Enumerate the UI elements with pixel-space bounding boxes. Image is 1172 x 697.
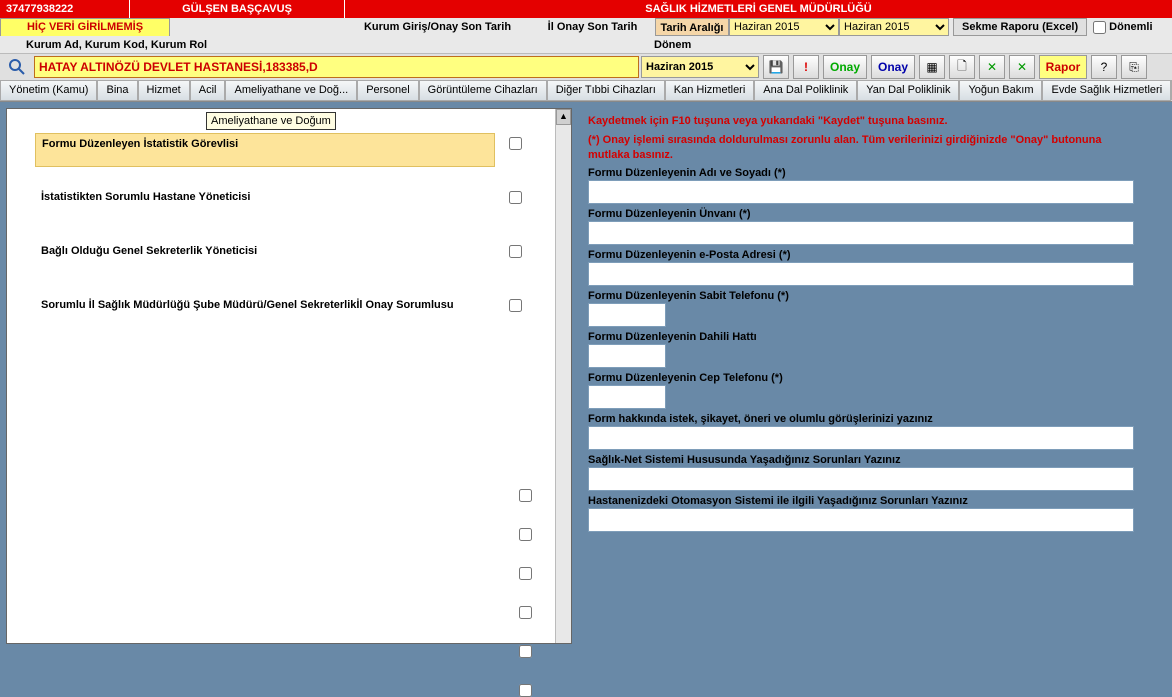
status-badge: HİÇ VERİ GİRİLMEMİŞ <box>0 18 170 36</box>
input-cep-tel[interactable] <box>588 385 666 409</box>
top-dept: SAĞLIK HİZMETLERİ GENEL MÜDÜRLÜĞÜ <box>345 0 1172 18</box>
tab-acil[interactable]: Acil <box>190 80 226 101</box>
label-cep-tel: Formu Düzenleyenin Cep Telefonu (*) <box>588 372 1140 384</box>
donemli-checkbox[interactable] <box>1093 21 1106 34</box>
donemli-label: Dönemli <box>1109 21 1152 33</box>
export2-icon-button[interactable]: ✕ <box>1009 55 1035 79</box>
exit-icon-button[interactable]: ⎘ <box>1121 55 1147 79</box>
role-item[interactable]: İstatistikten Sorumlu Hastane Yöneticisi <box>35 187 495 221</box>
donem-select[interactable]: Haziran 2015 <box>641 56 759 78</box>
spacer-icon <box>0 36 24 53</box>
label-tarih-araligi: Tarih Aralığı <box>655 18 729 36</box>
tab-goruntuleme[interactable]: Görüntüleme Cihazları <box>419 80 547 101</box>
alert-save: Kaydetmek için F10 tuşuna veya yukarıdak… <box>588 114 1140 129</box>
extra-checkbox[interactable] <box>519 567 532 580</box>
extra-checkbox[interactable] <box>519 606 532 619</box>
save-icon-button[interactable]: 💾 <box>763 55 789 79</box>
label-il-onay: İl Onay Son Tarih <box>530 18 655 36</box>
tab-ameliyathane[interactable]: Ameliyathane ve Doğ... <box>225 80 357 101</box>
scroll-up-icon[interactable]: ▲ <box>556 109 571 125</box>
role-checkbox[interactable] <box>509 191 522 204</box>
label-kurum-giris: Kurum Giriş/Onay Son Tarih <box>345 18 530 36</box>
label-kurum: Kurum Ad, Kurum Kod, Kurum Rol <box>24 36 344 53</box>
input-gorus[interactable] <box>588 426 1134 450</box>
save2-icon-button[interactable]: ▦ <box>919 55 945 79</box>
extra-checkbox[interactable] <box>519 489 532 502</box>
alert-icon-button[interactable]: ! <box>793 55 819 79</box>
role-checkbox[interactable] <box>509 137 522 150</box>
tab-yonetim[interactable]: Yönetim (Kamu) <box>0 80 97 101</box>
tab-tooltip: Ameliyathane ve Doğum <box>206 112 336 130</box>
top-id: 37477938222 <box>0 0 130 18</box>
tab-personel[interactable]: Personel <box>357 80 418 101</box>
tab-kan[interactable]: Kan Hizmetleri <box>665 80 755 101</box>
scrollbar[interactable]: ▲ <box>555 109 571 643</box>
extra-checkbox[interactable] <box>519 645 532 658</box>
label-gorus: Form hakkında istek, şikayet, öneri ve o… <box>588 413 1140 425</box>
extra-checkbox[interactable] <box>519 684 532 697</box>
onay-blue-button[interactable]: Onay <box>871 55 915 79</box>
onay-green-button[interactable]: Onay <box>823 55 867 79</box>
tab-yogun-bakim[interactable]: Yoğun Bakım <box>959 80 1042 101</box>
input-ad-soyad[interactable] <box>588 180 1134 204</box>
search-icon[interactable] <box>0 57 34 77</box>
label-otomasyon: Hastanenizdeki Otomasyon Sistemi ile ilg… <box>588 495 1140 507</box>
tab-anadal[interactable]: Ana Dal Poliklinik <box>754 80 857 101</box>
help-icon-button[interactable]: ? <box>1091 55 1117 79</box>
role-item[interactable]: Bağlı Olduğu Genel Sekreterlik Yöneticis… <box>35 241 495 275</box>
role-checkbox[interactable] <box>509 299 522 312</box>
role-checkbox[interactable] <box>509 245 522 258</box>
input-dahili[interactable] <box>588 344 666 368</box>
label-dahili: Formu Düzenleyenin Dahili Hattı <box>588 331 1140 343</box>
input-eposta[interactable] <box>588 262 1134 286</box>
tab-yandal[interactable]: Yan Dal Poliklinik <box>857 80 959 101</box>
label-saglik-net: Sağlık-Net Sistemi Hususunda Yaşadığınız… <box>588 454 1140 466</box>
label-eposta: Formu Düzenleyenin e-Posta Adresi (*) <box>588 249 1140 261</box>
select-date-to[interactable]: Haziran 2015 <box>839 18 949 36</box>
kurum-search-input[interactable] <box>34 56 639 78</box>
rapor-button[interactable]: Rapor <box>1039 55 1087 79</box>
tab-hizmet[interactable]: Hizmet <box>138 80 190 101</box>
label-ad-soyad: Formu Düzenleyenin Adı ve Soyadı (*) <box>588 167 1140 179</box>
export-icon-button[interactable]: ✕ <box>979 55 1005 79</box>
input-unvan[interactable] <box>588 221 1134 245</box>
top-user: GÜLŞEN BAŞÇAVUŞ <box>130 0 345 18</box>
new-icon-button[interactable]: 🗋 <box>949 55 975 79</box>
roles-panel: Formu Düzenleyen İstatistik Görevlisi İs… <box>6 108 572 644</box>
input-otomasyon[interactable] <box>588 508 1134 532</box>
label-donem: Dönem <box>344 36 691 53</box>
extra-checkbox[interactable] <box>519 528 532 541</box>
input-sabit-tel[interactable] <box>588 303 666 327</box>
role-item-selected[interactable]: Formu Düzenleyen İstatistik Görevlisi <box>35 133 495 167</box>
label-sabit-tel: Formu Düzenleyenin Sabit Telefonu (*) <box>588 290 1140 302</box>
tab-evde-saglik[interactable]: Evde Sağlık Hizmetleri <box>1042 80 1171 101</box>
tab-bar: Yönetim (Kamu) Bina Hizmet Acil Ameliyat… <box>0 80 1172 102</box>
tab-bina[interactable]: Bina <box>97 80 137 101</box>
label-unvan: Formu Düzenleyenin Ünvanı (*) <box>588 208 1140 220</box>
excel-report-button[interactable]: Sekme Raporu (Excel) <box>953 18 1087 36</box>
role-item[interactable]: Sorumlu İl Sağlık Müdürlüğü Şube Müdürü/… <box>35 295 495 329</box>
select-date-from[interactable]: Haziran 2015 <box>729 18 839 36</box>
alert-required: (*) Onay işlemi sırasında doldurulması z… <box>588 133 1140 163</box>
tab-tibbi-cihaz[interactable]: Diğer Tıbbi Cihazları <box>547 80 665 101</box>
input-saglik-net[interactable] <box>588 467 1134 491</box>
form-panel: Kaydetmek için F10 tuşuna veya yukarıdak… <box>578 108 1152 644</box>
